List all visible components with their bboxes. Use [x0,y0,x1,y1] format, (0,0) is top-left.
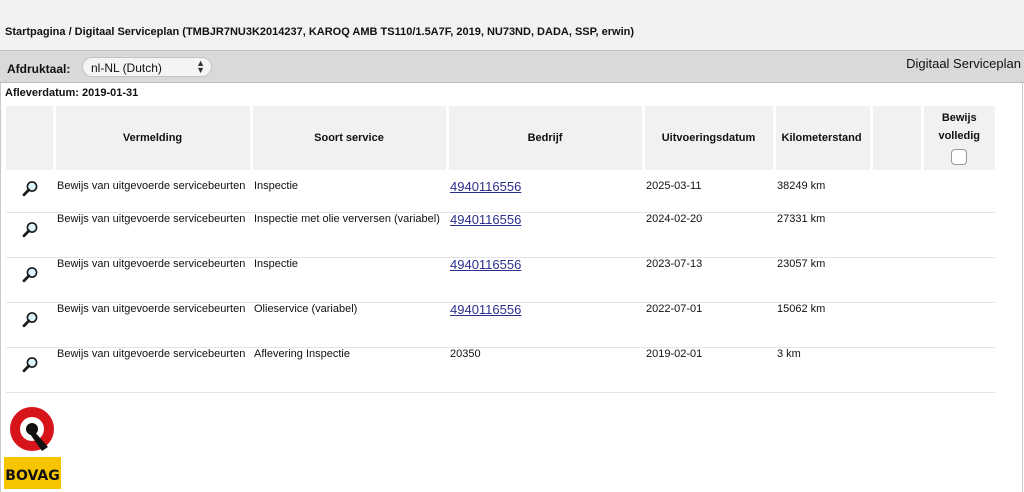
header-uitvoeringsdatum: Uitvoeringsdatum [641,106,774,170]
header-kilometerstand: Kilometerstand [772,106,871,170]
header-soort-service: Soort service [249,106,447,170]
cell-soort-service: Inspectie met olie verversen (variabel) [251,212,447,258]
cell-empty [871,257,922,303]
cell-uitvoeringsdatum: 2025-03-11 [643,170,774,213]
row-details-button[interactable] [6,212,54,258]
table-row: Bewijs van uitgevoerde servicebeurten Ins… [6,257,995,303]
print-language-value: nl-NL (Dutch) [91,61,162,75]
header-empty-column [869,106,922,170]
cell-bewijs [922,170,995,213]
bedrijf-link[interactable]: 4940116556 [450,212,521,227]
cell-kilometerstand: 15062 km [774,302,871,348]
cell-bewijs [922,302,995,348]
header-icon-column [6,106,54,170]
cell-uitvoeringsdatum: 2023-07-13 [643,257,774,303]
row-details-button[interactable] [6,347,54,393]
row-details-button[interactable] [6,257,54,303]
bovag-logo-text: BOVAG [5,468,59,484]
magnifier-icon [22,267,39,286]
cell-bewijs [922,257,995,303]
cell-soort-service: Aflevering Inspectie [251,347,447,393]
table-row: Bewijs van uitgevoerde servicebeurten Ins… [6,212,995,258]
cell-soort-service: Olieservice (variabel) [251,302,447,348]
bedrijf-value: 20350 [450,348,481,360]
cell-uitvoeringsdatum: 2022-07-01 [643,302,774,348]
table-row: Bewijs van uitgevoerde servicebeurten Oli… [6,302,995,348]
magnifier-icon [22,222,39,241]
cell-empty [871,212,922,258]
table-header-row: Vermelding Soort service Bedrijf Uitvoer… [6,106,995,170]
cell-vermelding: Bewijs van uitgevoerde servicebeurten [54,302,251,348]
header-vermelding: Vermelding [52,106,251,170]
cell-uitvoeringsdatum: 2024-02-20 [643,212,774,258]
bewijs-volledig-checkbox[interactable] [951,148,968,165]
cell-empty [871,170,922,213]
cell-bedrijf: 4940116556 [447,302,643,348]
cell-bewijs [922,212,995,258]
cell-empty [871,302,922,348]
cell-vermelding: Bewijs van uitgevoerde servicebeurten [54,212,251,258]
cell-bewijs [922,347,995,393]
cell-vermelding: Bewijs van uitgevoerde servicebeurten [54,170,251,213]
bewijs-volledig-label: Bewijs volledig [938,111,981,142]
cell-bedrijf: 4940116556 [447,212,643,258]
magnifier-icon [22,357,39,376]
delivery-date: Afleverdatum: 2019-01-31 [5,87,139,99]
print-language-select[interactable]: nl-NL (Dutch) ▲ ▼ [82,57,212,77]
cell-vermelding: Bewijs van uitgevoerde servicebeurten [54,257,251,303]
chevron-updown-icon: ▲ ▼ [196,58,205,75]
cell-kilometerstand: 3 km [774,347,871,393]
row-details-button[interactable] [6,302,54,348]
table-row: Bewijs van uitgevoerde servicebeurten Ins… [6,170,995,213]
magnifier-icon [22,312,39,331]
row-details-button[interactable] [6,170,54,213]
app-title: Digitaal Serviceplan [906,56,1021,71]
cell-uitvoeringsdatum: 2019-02-01 [643,347,774,393]
cell-soort-service: Inspectie [251,170,447,213]
cell-soort-service: Inspectie [251,257,447,303]
cell-kilometerstand: 23057 km [774,257,871,303]
toolbar: Afdruktaal: nl-NL (Dutch) ▲ ▼ Digitaal Se… [0,50,1024,83]
breadcrumb: Startpagina / Digitaal Serviceplan (TMBJ… [0,0,1024,50]
cell-vermelding: Bewijs van uitgevoerde servicebeurten [54,347,251,393]
cell-kilometerstand: 27331 km [774,212,871,258]
cell-kilometerstand: 38249 km [774,170,871,213]
cell-bedrijf: 4940116556 [447,170,643,213]
table-row: Bewijs van uitgevoerde servicebeurten Afl… [6,347,995,393]
cell-bedrijf: 20350 [447,347,643,393]
magnifier-icon [22,181,39,200]
header-bedrijf: Bedrijf [445,106,643,170]
cell-bedrijf: 4940116556 [447,257,643,303]
cell-empty [871,347,922,393]
bedrijf-link[interactable]: 4940116556 [450,302,521,317]
header-bewijs-volledig: Bewijs volledig [920,106,995,170]
print-language-label: Afdruktaal: [7,62,71,76]
service-history-table: Vermelding Soort service Bedrijf Uitvoer… [6,106,995,393]
bedrijf-link[interactable]: 4940116556 [450,179,521,194]
bovag-logo: BOVAG [4,398,61,489]
bedrijf-link[interactable]: 4940116556 [450,257,521,272]
